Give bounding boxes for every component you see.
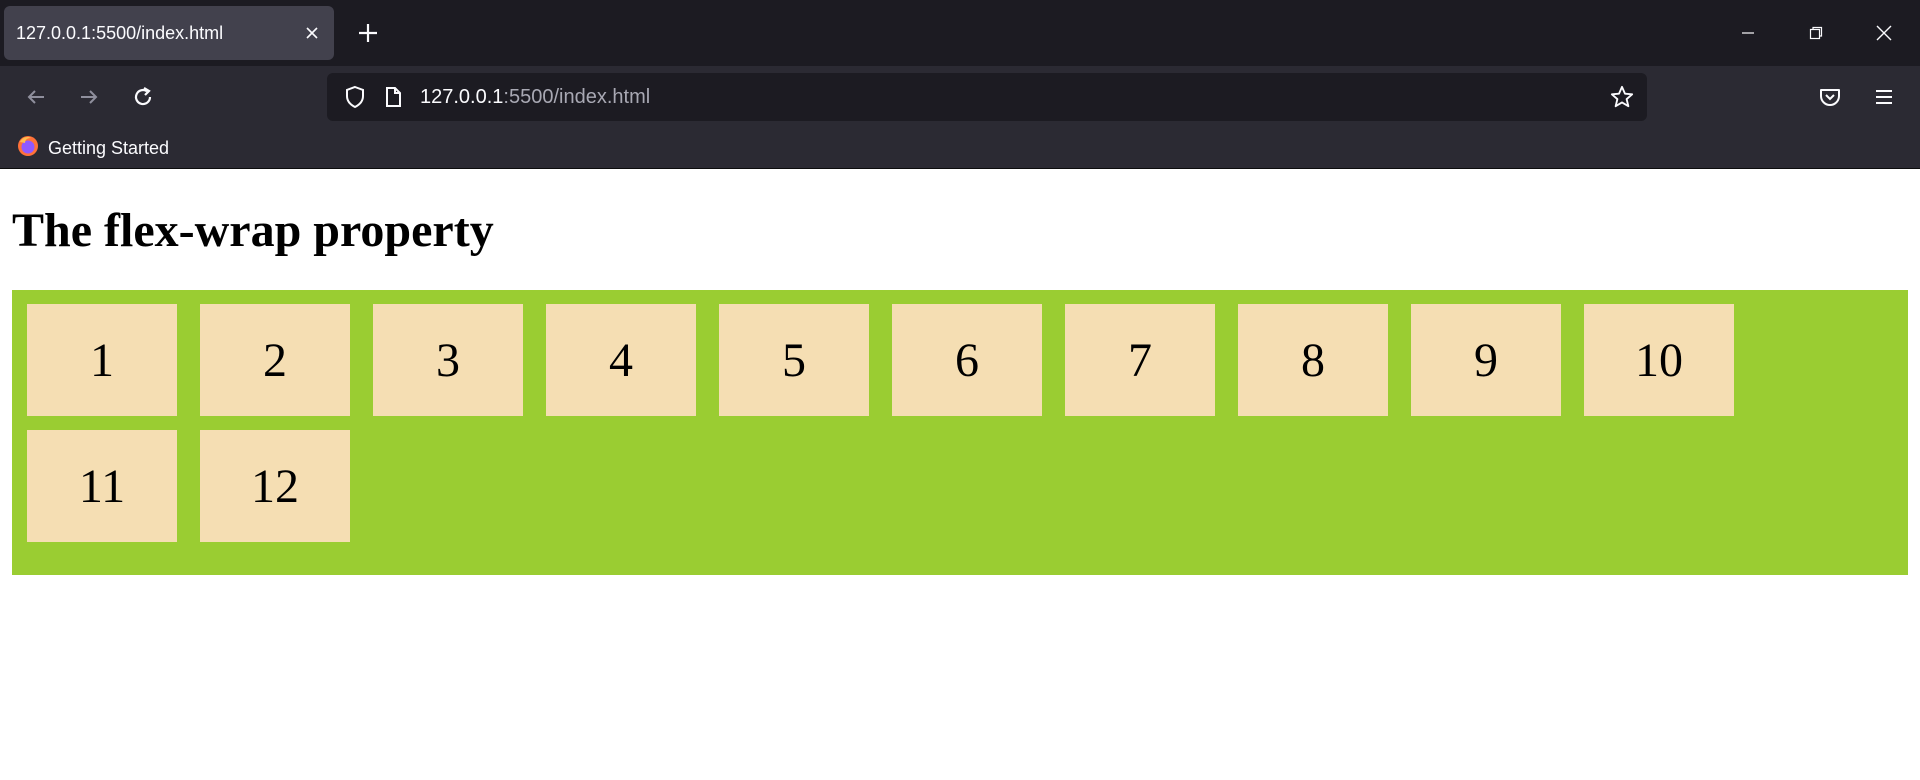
navigation-toolbar: 127.0.0.1:5500/index.html — [0, 66, 1920, 128]
tab-strip: 127.0.0.1:5500/index.html — [0, 0, 1920, 66]
url-host: 127.0.0.1 — [420, 86, 504, 108]
shield-icon[interactable] — [343, 85, 367, 109]
page-icon[interactable] — [381, 85, 405, 109]
menu-icon[interactable] — [1868, 81, 1900, 113]
url-text[interactable]: 127.0.0.1:5500/index.html — [420, 73, 650, 121]
firefox-logo-icon — [16, 134, 40, 163]
close-window-button[interactable] — [1868, 17, 1900, 49]
close-tab-icon[interactable] — [300, 21, 324, 45]
url-path: :5500/index.html — [503, 86, 651, 108]
flex-item: 10 — [1584, 304, 1734, 416]
flex-container: 1 2 3 4 5 6 7 8 9 10 11 12 — [12, 290, 1908, 575]
flex-item: 11 — [27, 430, 177, 542]
bookmarks-toolbar: Getting Started — [0, 128, 1920, 169]
flex-item: 4 — [546, 304, 696, 416]
flex-item: 7 — [1065, 304, 1215, 416]
bookmark-getting-started[interactable]: Getting Started — [16, 134, 169, 162]
restore-button[interactable] — [1800, 17, 1832, 49]
minimize-button[interactable] — [1732, 17, 1764, 49]
new-tab-button[interactable] — [352, 17, 384, 49]
bookmark-label: Getting Started — [48, 137, 170, 158]
star-icon[interactable] — [1610, 85, 1634, 109]
page-content: The flex-wrap property 1 2 3 4 5 6 7 8 9 10 11 12 — [0, 169, 1920, 780]
browser-chrome: 127.0.0.1:5500/index.html 127.0.0.1:5500… — [0, 0, 1920, 169]
flex-item: 2 — [200, 304, 350, 416]
flex-item: 12 — [200, 430, 350, 542]
tab-title: 127.0.0.1:5500/index.html — [16, 23, 224, 43]
url-bar[interactable]: 127.0.0.1:5500/index.html — [327, 73, 1647, 121]
reload-button[interactable] — [127, 81, 159, 113]
tab-active[interactable]: 127.0.0.1:5500/index.html — [4, 6, 334, 60]
back-button[interactable] — [20, 81, 52, 113]
flex-item: 3 — [373, 304, 523, 416]
page-title: The flex-wrap property — [12, 204, 494, 257]
flex-item: 8 — [1238, 304, 1388, 416]
forward-button[interactable] — [73, 81, 105, 113]
flex-item: 5 — [719, 304, 869, 416]
flex-item: 6 — [892, 304, 1042, 416]
flex-item: 9 — [1411, 304, 1561, 416]
pocket-button[interactable] — [1814, 81, 1846, 113]
flex-item: 1 — [27, 304, 177, 416]
